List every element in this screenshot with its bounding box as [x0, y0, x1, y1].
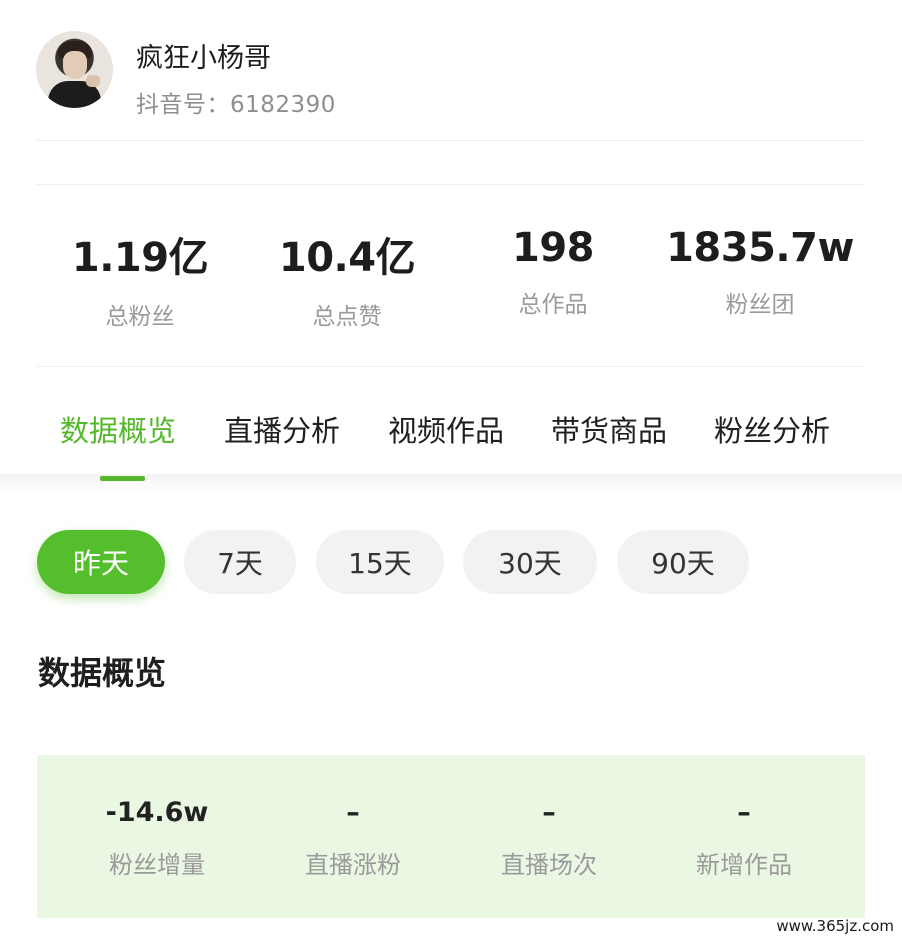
- avatar[interactable]: [36, 31, 113, 108]
- metric-value: –: [737, 797, 751, 828]
- stat-total-fans: 1.19亿 总粉丝: [37, 225, 243, 331]
- tab-live-analysis[interactable]: 直播分析: [224, 408, 340, 450]
- avatar-face: [63, 51, 87, 79]
- stat-label: 总作品: [518, 292, 588, 318]
- profile-nickname: 疯狂小杨哥: [136, 43, 271, 74]
- metric-live-sessions: – 直播场次: [451, 797, 647, 880]
- metric-label: 粉丝增量: [109, 851, 205, 879]
- metric-label: 新增作品: [696, 851, 792, 879]
- period-chip-30d[interactable]: 30天: [463, 530, 597, 594]
- period-chip-90d[interactable]: 90天: [617, 530, 749, 594]
- section-title: 数据概览: [38, 654, 167, 692]
- stat-fan-club: 1835.7w 粉丝团: [657, 225, 863, 319]
- metric-label: 直播场次: [501, 851, 597, 879]
- profile-account-id: 抖音号：6182390: [136, 92, 336, 118]
- metric-label: 直播涨粉: [305, 851, 401, 879]
- stat-label: 粉丝团: [725, 292, 795, 318]
- stats-bottom-divider: [36, 366, 864, 367]
- metric-value: -14.6w: [105, 797, 209, 828]
- avatar-hand: [86, 75, 100, 87]
- stat-value: 1.19亿: [71, 235, 209, 281]
- stat-total-works: 198 总作品: [450, 225, 656, 319]
- stat-value: 198: [512, 225, 595, 271]
- period-chip-7d[interactable]: 7天: [184, 530, 296, 594]
- period-chip-15d[interactable]: 15天: [316, 530, 444, 594]
- tab-video-works[interactable]: 视频作品: [388, 408, 504, 450]
- stat-value: 10.4亿: [278, 235, 416, 281]
- stats-top-divider: [36, 184, 864, 185]
- metric-live-fan-gain: – 直播涨粉: [255, 797, 451, 880]
- watermark: www.365jz.com: [776, 917, 894, 935]
- tab-data-overview[interactable]: 数据概览: [60, 408, 176, 450]
- active-tab-indicator: [100, 476, 145, 481]
- stat-label: 总点赞: [312, 304, 382, 330]
- header-divider: [36, 140, 864, 141]
- metric-fan-increase: -14.6w 粉丝增量: [59, 797, 255, 880]
- stat-total-likes: 10.4亿 总点赞: [244, 225, 450, 331]
- metric-value: –: [346, 797, 360, 828]
- period-chip-yesterday[interactable]: 昨天: [37, 530, 165, 594]
- stat-label: 总粉丝: [105, 304, 175, 330]
- metric-new-works: – 新增作品: [646, 797, 842, 880]
- metric-value: –: [542, 797, 556, 828]
- tab-fan-analysis[interactable]: 粉丝分析: [714, 408, 830, 450]
- tab-products[interactable]: 带货商品: [551, 408, 667, 450]
- stat-value: 1835.7w: [666, 225, 854, 271]
